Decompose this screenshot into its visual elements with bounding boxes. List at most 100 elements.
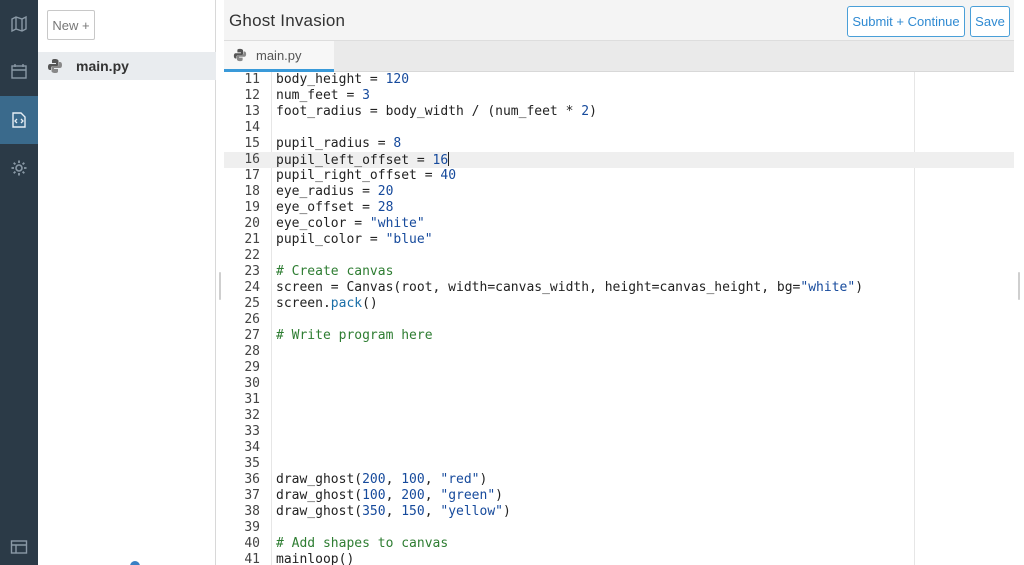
line-number: 20 (244, 216, 260, 231)
line-number: 19 (244, 200, 260, 215)
code-line[interactable]: 25 screen.pack() (224, 296, 1014, 312)
line-number: 18 (244, 184, 260, 199)
code-line[interactable]: 30 (224, 376, 1014, 392)
line-number: 15 (244, 136, 260, 151)
code-line[interactable]: 18 eye_radius = 20 (224, 184, 1014, 200)
code-text[interactable]: # Write program here (276, 328, 433, 344)
code-line[interactable]: 22 (224, 248, 1014, 264)
code-text[interactable]: eye_offset = 28 (276, 200, 393, 216)
rail-layout-button[interactable] (0, 523, 38, 565)
line-number: 31 (244, 392, 260, 407)
code-text[interactable]: draw_ghost(200, 100, "red") (276, 472, 487, 488)
rail-calendar-button[interactable] (0, 47, 38, 95)
line-number: 28 (244, 344, 260, 359)
line-number: 13 (244, 104, 260, 119)
submit-continue-button[interactable]: Submit + Continue (847, 6, 965, 37)
line-number: 33 (244, 424, 260, 439)
code-line[interactable]: 16 pupil_left_offset = 16 (224, 152, 1014, 168)
code-line[interactable]: 38 draw_ghost(350, 150, "yellow") (224, 504, 1014, 520)
code-icon (12, 112, 26, 128)
code-text[interactable]: screen.pack() (276, 296, 378, 312)
text-cursor (448, 152, 450, 166)
code-text[interactable]: num_feet = 3 (276, 88, 370, 104)
code-line[interactable]: 28 (224, 344, 1014, 360)
line-number: 12 (244, 88, 260, 103)
code-line[interactable]: 35 (224, 456, 1014, 472)
rail-code-button[interactable] (0, 96, 38, 144)
new-file-button[interactable]: New + (47, 10, 95, 40)
file-name: main.py (76, 58, 129, 74)
code-line[interactable]: 24 screen = Canvas(root, width=canvas_wid… (224, 280, 1014, 296)
code-line[interactable]: 34 (224, 440, 1014, 456)
tab-bar: main.py (224, 41, 1014, 72)
code-line[interactable]: 19 eye_offset = 28 (224, 200, 1014, 216)
line-number: 36 (244, 472, 260, 487)
line-number: 14 (244, 120, 260, 135)
code-line[interactable]: 29 (224, 360, 1014, 376)
code-text[interactable]: mainloop() (276, 552, 354, 565)
code-text[interactable]: pupil_left_offset = 16 (276, 152, 450, 169)
code-line[interactable]: 17 pupil_right_offset = 40 (224, 168, 1014, 184)
page-title: Ghost Invasion (229, 11, 346, 30)
code-line[interactable]: 15 pupil_radius = 8 (224, 136, 1014, 152)
gear-icon (11, 160, 27, 176)
code-editor[interactable]: 11 body_height = 120 12 num_feet = 3 13 foot_… (224, 72, 1014, 565)
code-line[interactable]: 40 # Add shapes to canvas (224, 536, 1014, 552)
line-number: 41 (244, 552, 260, 565)
code-line[interactable]: 41 mainloop() (224, 552, 1014, 565)
python-icon (233, 48, 247, 62)
code-line[interactable]: 36 draw_ghost(200, 100, "red") (224, 472, 1014, 488)
code-line[interactable]: 12 num_feet = 3 (224, 88, 1014, 104)
line-number: 29 (244, 360, 260, 375)
editor-header: Ghost Invasion Submit + Continue Save (224, 0, 1014, 41)
code-line[interactable]: 27 # Write program here (224, 328, 1014, 344)
line-number: 38 (244, 504, 260, 519)
code-text[interactable]: eye_radius = 20 (276, 184, 393, 200)
code-text[interactable]: draw_ghost(100, 200, "green") (276, 488, 503, 504)
rail-settings-button[interactable] (0, 144, 38, 192)
code-text[interactable]: pupil_right_offset = 40 (276, 168, 456, 184)
code-text[interactable]: # Create canvas (276, 264, 393, 280)
line-number: 30 (244, 376, 260, 391)
resize-handle-left[interactable] (219, 272, 221, 300)
code-text[interactable]: pupil_radius = 8 (276, 136, 401, 152)
line-number: 21 (244, 232, 260, 247)
code-text[interactable]: # Add shapes to canvas (276, 536, 448, 552)
line-number: 22 (244, 248, 260, 263)
code-line[interactable]: 20 eye_color = "white" (224, 216, 1014, 232)
code-line[interactable]: 13 foot_radius = body_width / (num_feet *… (224, 104, 1014, 120)
resize-handle-right[interactable] (1018, 272, 1020, 300)
code-line[interactable]: 21 pupil_color = "blue" (224, 232, 1014, 248)
line-number: 26 (244, 312, 260, 327)
tab-label: main.py (256, 47, 302, 63)
code-text[interactable]: draw_ghost(350, 150, "yellow") (276, 504, 511, 520)
code-line[interactable]: 33 (224, 424, 1014, 440)
line-number: 11 (244, 72, 260, 87)
save-button[interactable]: Save (970, 6, 1010, 37)
code-line[interactable]: 14 (224, 120, 1014, 136)
line-number: 35 (244, 456, 260, 471)
code-line[interactable]: 31 (224, 392, 1014, 408)
code-line[interactable]: 23 # Create canvas (224, 264, 1014, 280)
code-text[interactable]: screen = Canvas(root, width=canvas_width… (276, 280, 863, 296)
line-number: 16 (244, 152, 260, 167)
code-line[interactable]: 11 body_height = 120 (224, 72, 1014, 88)
line-number: 25 (244, 296, 260, 311)
line-number: 37 (244, 488, 260, 503)
python-icon (48, 59, 62, 73)
code-text[interactable]: body_height = 120 (276, 72, 409, 88)
rail-map-button[interactable] (0, 0, 38, 48)
code-text[interactable]: pupil_color = "blue" (276, 232, 433, 248)
code-line[interactable]: 32 (224, 408, 1014, 424)
line-number: 32 (244, 408, 260, 423)
line-number: 23 (244, 264, 260, 279)
file-item-main-py[interactable]: main.py (38, 52, 216, 80)
code-text[interactable]: eye_color = "white" (276, 216, 425, 232)
calendar-icon (11, 64, 27, 79)
tab-main-py[interactable]: main.py (224, 41, 334, 72)
scroll-indicator[interactable] (130, 561, 140, 565)
code-text[interactable]: foot_radius = body_width / (num_feet * 2… (276, 104, 597, 120)
code-line[interactable]: 39 (224, 520, 1014, 536)
code-line[interactable]: 26 (224, 312, 1014, 328)
code-line[interactable]: 37 draw_ghost(100, 200, "green") (224, 488, 1014, 504)
